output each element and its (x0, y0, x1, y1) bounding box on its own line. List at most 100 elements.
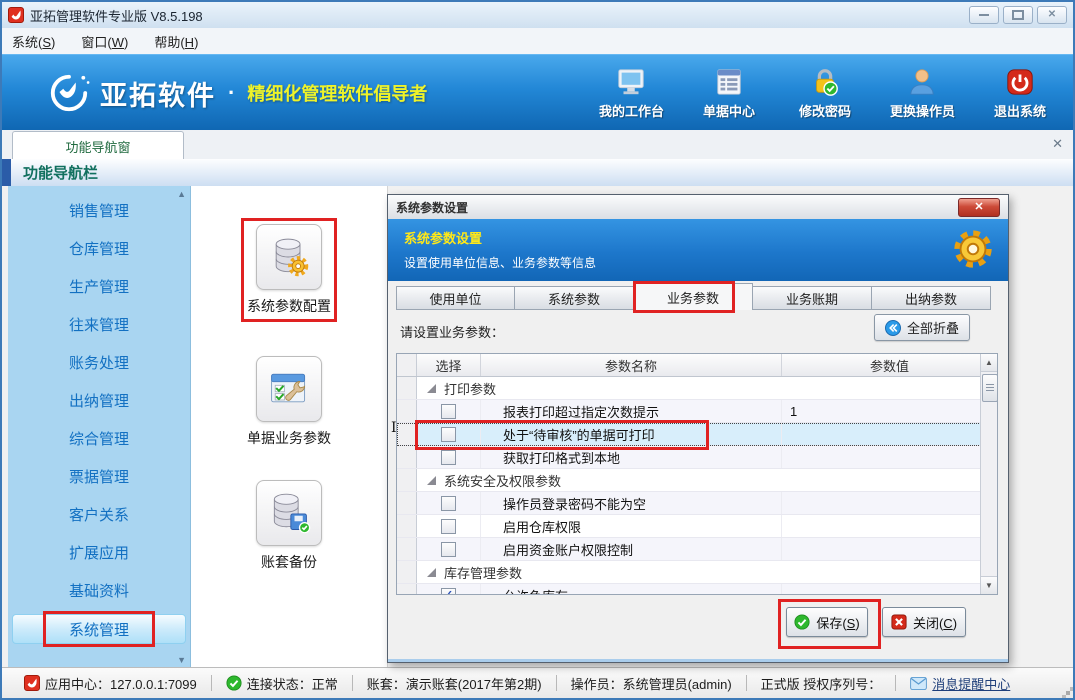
account-backup-shortcut[interactable]: 账套备份 (191, 480, 387, 572)
table-row[interactable]: 处于“待审核”的单据可打印 (397, 423, 997, 446)
content-area: 销售管理仓库管理生产管理往来管理账务处理出纳管理综合管理票据管理客户关系扩展应用… (2, 186, 1073, 668)
maximize-button[interactable] (1003, 6, 1033, 24)
dialog-tab[interactable]: 业务参数 (634, 283, 753, 310)
scroll-down-icon[interactable]: ▼ (981, 576, 997, 594)
change-password-button[interactable]: 修改密码 (794, 67, 856, 120)
minimize-icon (979, 14, 989, 16)
table-scrollbar[interactable]: ▲ ▼ (980, 354, 997, 594)
menu-item[interactable]: 帮助(H) (154, 32, 198, 51)
param-value-cell[interactable]: 1 (782, 400, 997, 422)
group-row-cell[interactable]: 系统安全及权限参数 (417, 469, 997, 491)
monitor-icon (616, 67, 646, 97)
row-header-cell (397, 561, 417, 583)
resize-grip[interactable] (1066, 691, 1070, 695)
scroll-up-icon[interactable]: ▲ (981, 354, 997, 372)
status-text: 应用中心：127.0.0.1:7099 (45, 674, 197, 693)
system-params-config-shortcut[interactable]: 系统参数配置 (191, 224, 387, 316)
doc-business-params-shortcut[interactable]: 单据业务参数 (191, 356, 387, 448)
group-row-cell[interactable]: 打印参数 (417, 377, 997, 399)
system-params-dialog: 系统参数设置 ✕ 系统参数设置 设置使用单位信息、业务参数等信息 使用单位系统参… (387, 194, 1009, 663)
dialog-tab[interactable]: 使用单位 (396, 286, 515, 310)
account-backup-icon-button[interactable] (256, 480, 322, 546)
param-value-cell[interactable] (782, 423, 997, 445)
row-checkbox[interactable] (441, 542, 456, 557)
minimize-button[interactable] (969, 6, 999, 24)
menu-item[interactable]: 窗口(W) (81, 32, 128, 51)
sidebar-item[interactable]: 销售管理 (12, 196, 186, 224)
my-workspace-button[interactable]: 我的工作台 (599, 67, 664, 120)
sidebar-item[interactable]: 生产管理 (12, 272, 186, 300)
sidebar-item[interactable]: 基础资料 (12, 576, 186, 604)
dialog-banner-subtitle: 设置使用单位信息、业务参数等信息 (404, 254, 992, 271)
group-row-cell[interactable]: 库存管理参数 (417, 561, 997, 583)
table-row[interactable]: 系统安全及权限参数 (397, 469, 997, 492)
status-text: 账套：演示账套(2017年第2期) (367, 674, 542, 693)
sidebar-scroll-up-icon[interactable]: ▲ (177, 189, 186, 199)
table-row[interactable]: 报表打印超过指定次数提示1 (397, 400, 997, 423)
dialog-tab[interactable]: 出纳参数 (872, 286, 991, 310)
table-row[interactable]: 操作员登录密码不能为空 (397, 492, 997, 515)
sidebar-item[interactable]: 票据管理 (12, 462, 186, 490)
sidebar-item[interactable]: 往来管理 (12, 310, 186, 338)
scrollbar-thumb[interactable] (982, 374, 998, 402)
table-row[interactable]: 启用仓库权限 (397, 515, 997, 538)
tabstrip-close-icon[interactable]: ✕ (1052, 136, 1063, 152)
sidebar-item[interactable]: 扩展应用 (12, 538, 186, 566)
dialog-close-footer-button[interactable]: 关闭(C) (882, 607, 966, 637)
row-checkbox[interactable]: ✓ (441, 588, 456, 596)
row-checkbox[interactable] (441, 450, 456, 465)
collapse-all-button[interactable]: 全部折叠 (874, 314, 970, 341)
column-header-param-value[interactable]: 参数值 (782, 354, 997, 376)
row-checkbox[interactable] (441, 427, 456, 442)
lock-icon (810, 67, 840, 97)
column-header-select[interactable]: 选择 (417, 354, 481, 376)
param-value-cell[interactable] (782, 515, 997, 537)
param-value-cell[interactable] (782, 538, 997, 560)
sidebar-item[interactable]: 账务处理 (12, 348, 186, 376)
sidebar-item[interactable]: 综合管理 (12, 424, 186, 452)
table-row[interactable]: ✓允许负库存 (397, 584, 997, 595)
expand-triangle-icon[interactable] (427, 568, 436, 577)
window-titlebar: 亚拓管理软件专业版 V8.5.198 ✕ (2, 2, 1073, 29)
checkbox-cell (417, 538, 481, 560)
group-name: 系统安全及权限参数 (444, 471, 561, 490)
param-value-cell[interactable] (782, 492, 997, 514)
sidebar-item[interactable]: 客户关系 (12, 500, 186, 528)
close-button[interactable]: ✕ (1037, 6, 1067, 24)
expand-triangle-icon[interactable] (427, 384, 436, 393)
dialog-close-button[interactable]: ✕ (958, 198, 1000, 217)
checkbox-cell (417, 400, 481, 422)
column-header-param-name[interactable]: 参数名称 (481, 354, 782, 376)
param-value-cell[interactable] (782, 446, 997, 468)
table-row[interactable]: 库存管理参数 (397, 561, 997, 584)
expand-triangle-icon[interactable] (427, 476, 436, 485)
exit-system-button[interactable]: 退出系统 (989, 67, 1051, 120)
table-row[interactable]: 获取打印格式到本地 (397, 446, 997, 469)
sidebar-item[interactable]: 仓库管理 (12, 234, 186, 262)
dialog-tab[interactable]: 系统参数 (515, 286, 634, 310)
dialog-tab[interactable]: 业务账期 (753, 286, 872, 310)
shortcut-panel: 系统参数配置单据业务参数账套备份 (191, 186, 388, 668)
save-button[interactable]: 保存(S) (786, 607, 868, 637)
sidebar-item[interactable]: 系统管理 (12, 614, 186, 644)
nav-band: 功能导航栏 (2, 159, 1073, 186)
status-segment[interactable]: 消息提醒中心 (896, 674, 1024, 693)
sidebar-scroll-down-icon[interactable]: ▼ (177, 655, 186, 665)
doc-business-params-icon-button[interactable] (256, 356, 322, 422)
close-icon: ✕ (1048, 10, 1056, 20)
row-checkbox[interactable] (441, 496, 456, 511)
message-center-link[interactable]: 消息提醒中心 (932, 674, 1010, 693)
row-header-cell (397, 377, 417, 399)
table-row[interactable]: 打印参数 (397, 377, 997, 400)
tab-function-nav[interactable]: 功能导航窗 (12, 131, 184, 160)
document-center-button[interactable]: 单据中心 (698, 67, 760, 120)
switch-operator-button[interactable]: 更换操作员 (890, 67, 955, 120)
document-icon (714, 67, 744, 97)
menu-item[interactable]: 系统(S) (12, 32, 55, 51)
sidebar-item[interactable]: 出纳管理 (12, 386, 186, 414)
row-checkbox[interactable] (441, 519, 456, 534)
system-params-config-icon-button[interactable] (256, 224, 322, 290)
row-checkbox[interactable] (441, 404, 456, 419)
param-value-cell[interactable] (782, 584, 997, 595)
table-row[interactable]: 启用资金账户权限控制 (397, 538, 997, 561)
